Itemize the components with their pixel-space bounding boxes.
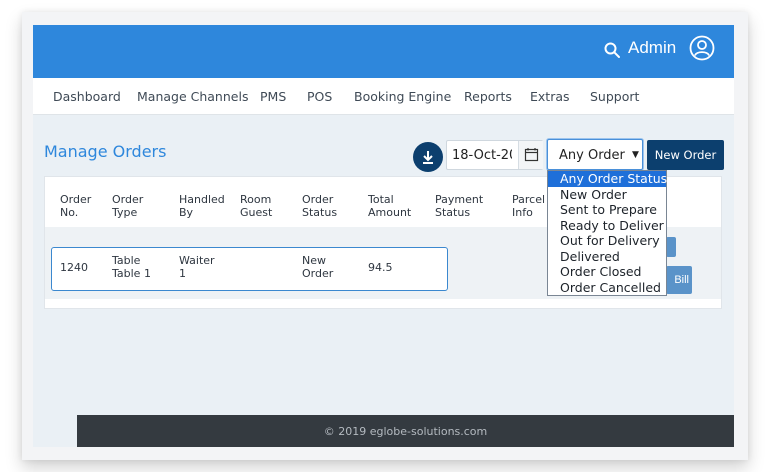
nav-item-extras[interactable]: Extras (530, 89, 570, 104)
col-header-total-amount: Total Amount (368, 193, 412, 219)
nav-item-pms[interactable]: PMS (260, 89, 286, 104)
page-footer: © 2019 eglobe-solutions.com (77, 415, 734, 447)
user-name[interactable]: Admin (628, 38, 676, 58)
top-header: Admin (33, 25, 734, 78)
dropdown-option[interactable]: Ready to Deliver (548, 218, 666, 234)
col-header-parcel-info: Parcel Info (512, 193, 546, 219)
download-icon (423, 151, 433, 164)
table-row[interactable]: 1240 Table Table 1 Waiter 1 New Order 94.5 (51, 247, 448, 291)
search-icon[interactable] (603, 41, 621, 59)
cell-order-status: New Order (302, 254, 334, 280)
cell-handled-by: Waiter 1 (179, 254, 215, 280)
nav-item-support[interactable]: Support (590, 89, 639, 104)
dropdown-option[interactable]: Delivered (548, 249, 666, 265)
dropdown-option[interactable]: New Order (548, 187, 666, 203)
copyright-text: © 2019 eglobe-solutions.com (323, 425, 488, 438)
dropdown-option[interactable]: Sent to Prepare (548, 202, 666, 218)
col-header-order-type: Order Type (112, 193, 144, 219)
order-status-dropdown: Any Order Status New Order Sent to Prepa… (547, 170, 667, 296)
order-status-select[interactable]: Any Order ▼ (547, 139, 643, 170)
cell-order-no: 1240 (60, 261, 88, 274)
nav-item-booking-engine[interactable]: Booking Engine (354, 89, 451, 104)
cell-total-amount: 94.5 (368, 261, 393, 274)
calendar-icon (524, 148, 539, 162)
new-order-button[interactable]: New Order (647, 140, 724, 170)
dropdown-option[interactable]: Order Cancelled (548, 280, 666, 296)
order-status-selected: Any Order (559, 148, 625, 163)
main-nav: Dashboard Manage Channels PMS POS Bookin… (33, 78, 734, 115)
col-header-order-no: Order No. (60, 193, 92, 219)
download-button[interactable] (413, 142, 443, 172)
date-picker[interactable]: 18-Oct-2019 (446, 140, 543, 170)
date-input[interactable]: 18-Oct-2019 (452, 148, 512, 163)
dropdown-option[interactable]: Any Order Status (548, 171, 667, 187)
page-title: Manage Orders (44, 142, 167, 161)
col-header-handled-by: Handled By (179, 193, 225, 219)
user-avatar-icon[interactable] (689, 35, 715, 61)
dropdown-option[interactable]: Out for Delivery (548, 233, 666, 249)
col-header-payment-status: Payment Status (435, 193, 484, 219)
app-window: Admin Dashboard Manage Channels PMS POS … (33, 25, 734, 447)
nav-item-pos[interactable]: POS (307, 89, 332, 104)
row-action-button[interactable] (666, 237, 676, 257)
col-header-room-guest: Room Guest (240, 193, 273, 219)
dropdown-option[interactable]: Order Closed (548, 264, 666, 280)
caret-down-icon: ▼ (632, 150, 639, 160)
nav-item-dashboard[interactable]: Dashboard (53, 89, 121, 104)
calendar-button[interactable] (518, 141, 543, 169)
nav-item-manage-channels[interactable]: Manage Channels (137, 89, 248, 104)
nav-item-reports[interactable]: Reports (464, 89, 512, 104)
bill-button[interactable]: Bill (666, 266, 692, 294)
cell-order-type: Table Table 1 (112, 254, 151, 280)
col-header-order-status: Order Status (302, 193, 338, 219)
